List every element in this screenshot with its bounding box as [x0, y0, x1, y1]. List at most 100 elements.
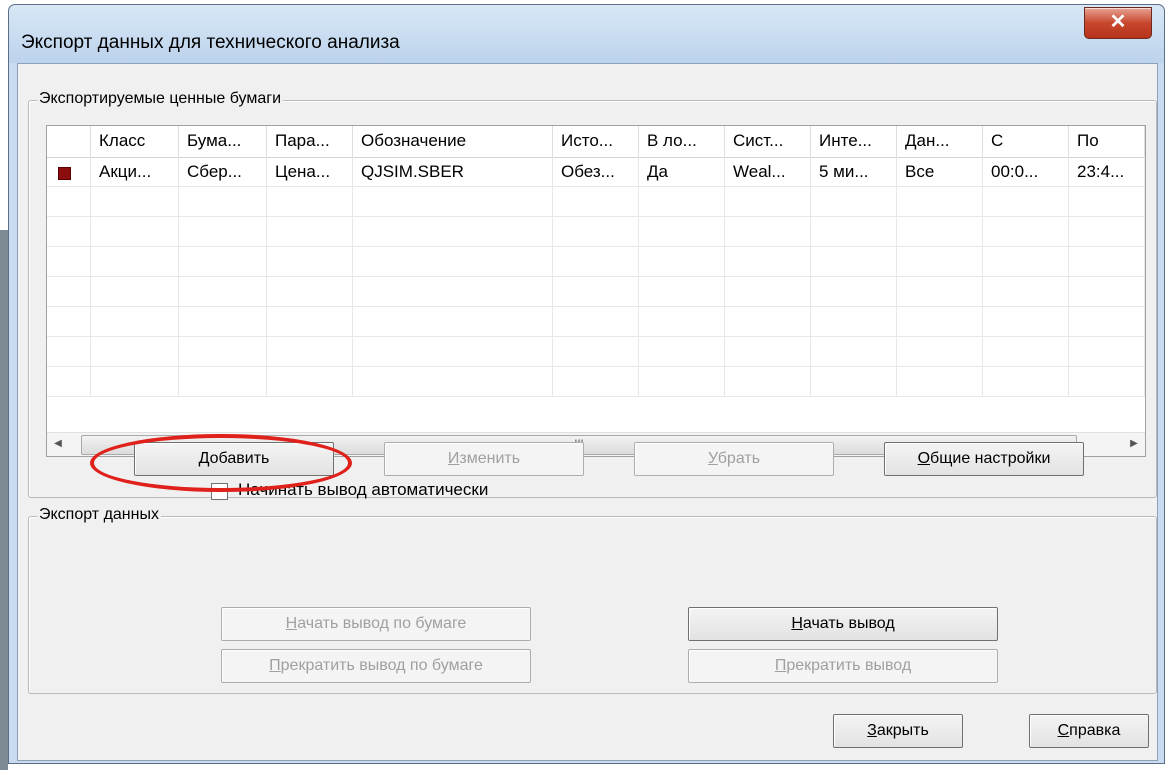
close-button[interactable]: Закрыть — [833, 714, 963, 748]
empty-cell — [353, 367, 553, 396]
column-header-9[interactable]: Дан... — [897, 126, 983, 157]
empty-cell — [91, 187, 179, 216]
empty-cell — [983, 367, 1069, 396]
empty-cell — [639, 247, 725, 276]
column-header-7[interactable]: Сист... — [725, 126, 811, 157]
column-header-2[interactable]: Бума... — [179, 126, 267, 157]
empty-cell — [725, 217, 811, 246]
securities-groupbox: Экспортируемые ценные бумаги Класс Бума..… — [28, 90, 1157, 498]
column-header-0[interactable] — [47, 126, 91, 157]
empty-cell — [639, 337, 725, 366]
column-header-8[interactable]: Инте... — [811, 126, 897, 157]
column-header-1[interactable]: Класс — [91, 126, 179, 157]
empty-row — [47, 367, 1145, 397]
empty-cell — [47, 187, 91, 216]
empty-cell — [1069, 337, 1145, 366]
stop-export-button[interactable]: Прекратить вывод — [688, 649, 998, 683]
edit-button[interactable]: Изменить — [384, 442, 584, 476]
empty-cell — [179, 307, 267, 336]
empty-cell — [267, 367, 353, 396]
table-cell: Weal... — [725, 157, 811, 186]
empty-cell — [983, 337, 1069, 366]
empty-cell — [983, 217, 1069, 246]
empty-row — [47, 337, 1145, 367]
empty-cell — [1069, 247, 1145, 276]
empty-cell — [811, 247, 897, 276]
empty-cell — [179, 277, 267, 306]
empty-cell — [179, 217, 267, 246]
empty-cell — [91, 217, 179, 246]
empty-cell — [725, 277, 811, 306]
column-header-6[interactable]: В ло... — [639, 126, 725, 157]
empty-cell — [91, 367, 179, 396]
empty-cell — [553, 277, 639, 306]
column-header-10[interactable]: С — [983, 126, 1069, 157]
empty-cell — [897, 187, 983, 216]
empty-cell — [353, 277, 553, 306]
auto-start-checkbox[interactable] — [211, 483, 228, 500]
empty-cell — [725, 337, 811, 366]
empty-cell — [897, 367, 983, 396]
start-security-export-button[interactable]: Начать вывод по бумаге — [221, 607, 531, 641]
empty-cell — [47, 247, 91, 276]
empty-cell — [267, 187, 353, 216]
empty-cell — [267, 307, 353, 336]
empty-row — [47, 247, 1145, 277]
add-button-mnemonic: Д — [198, 450, 210, 467]
column-header-4[interactable]: Обозначение — [353, 126, 553, 157]
export-group-label: Экспорт данных — [37, 506, 161, 524]
empty-cell — [91, 307, 179, 336]
empty-cell — [47, 277, 91, 306]
close-window-button[interactable]: ✕ — [1084, 7, 1152, 39]
column-header-3[interactable]: Пара... — [267, 126, 353, 157]
help-button[interactable]: Справка — [1029, 714, 1149, 748]
empty-cell — [639, 277, 725, 306]
color-marker-icon — [58, 167, 71, 180]
empty-cell — [811, 307, 897, 336]
column-header-5[interactable]: Исто... — [553, 126, 639, 157]
empty-cell — [811, 187, 897, 216]
securities-listview[interactable]: Класс Бума... Пара... Обозначение Исто... В л… — [46, 125, 1146, 457]
scroll-right-icon[interactable]: ▶ — [1123, 433, 1145, 455]
dialog-window: Экспорт данных для технического анализа … — [8, 4, 1165, 764]
empty-cell — [1069, 217, 1145, 246]
empty-cell — [639, 217, 725, 246]
empty-cell — [353, 247, 553, 276]
scroll-left-icon[interactable]: ◀ — [47, 433, 69, 455]
empty-cell — [353, 217, 553, 246]
empty-cell — [1069, 367, 1145, 396]
stop-security-export-button[interactable]: Прекратить вывод по бумаге — [221, 649, 531, 683]
empty-cell — [353, 187, 553, 216]
listview-header: Класс Бума... Пара... Обозначение Исто... В л… — [47, 126, 1145, 158]
general-settings-button[interactable]: Общие настройки — [884, 442, 1084, 476]
empty-cell — [91, 247, 179, 276]
empty-cell — [897, 247, 983, 276]
empty-cell — [1069, 277, 1145, 306]
empty-cell — [553, 247, 639, 276]
empty-cell — [983, 187, 1069, 216]
auto-start-label[interactable]: Начинать вывод автоматически — [238, 480, 488, 500]
empty-cell — [353, 337, 553, 366]
remove-button[interactable]: Убрать — [634, 442, 834, 476]
table-cell: Сбер... — [179, 157, 267, 186]
empty-cell — [897, 277, 983, 306]
table-cell: 5 ми... — [811, 157, 897, 186]
empty-cell — [553, 187, 639, 216]
empty-cell — [897, 217, 983, 246]
add-button[interactable]: Добавить — [134, 442, 334, 476]
empty-cell — [811, 277, 897, 306]
empty-cell — [553, 217, 639, 246]
empty-cell — [811, 337, 897, 366]
column-header-11[interactable]: По — [1069, 126, 1145, 157]
start-export-button[interactable]: Начать вывод — [688, 607, 998, 641]
empty-row — [47, 277, 1145, 307]
table-row[interactable]: Акци... Сбер... Цена... QJSIM.SBER Обез... Да… — [47, 157, 1145, 187]
empty-cell — [983, 277, 1069, 306]
empty-cell — [1069, 187, 1145, 216]
empty-row — [47, 307, 1145, 337]
empty-cell — [47, 307, 91, 336]
empty-cell — [811, 217, 897, 246]
empty-cell — [639, 367, 725, 396]
empty-cell — [725, 307, 811, 336]
empty-cell — [553, 367, 639, 396]
